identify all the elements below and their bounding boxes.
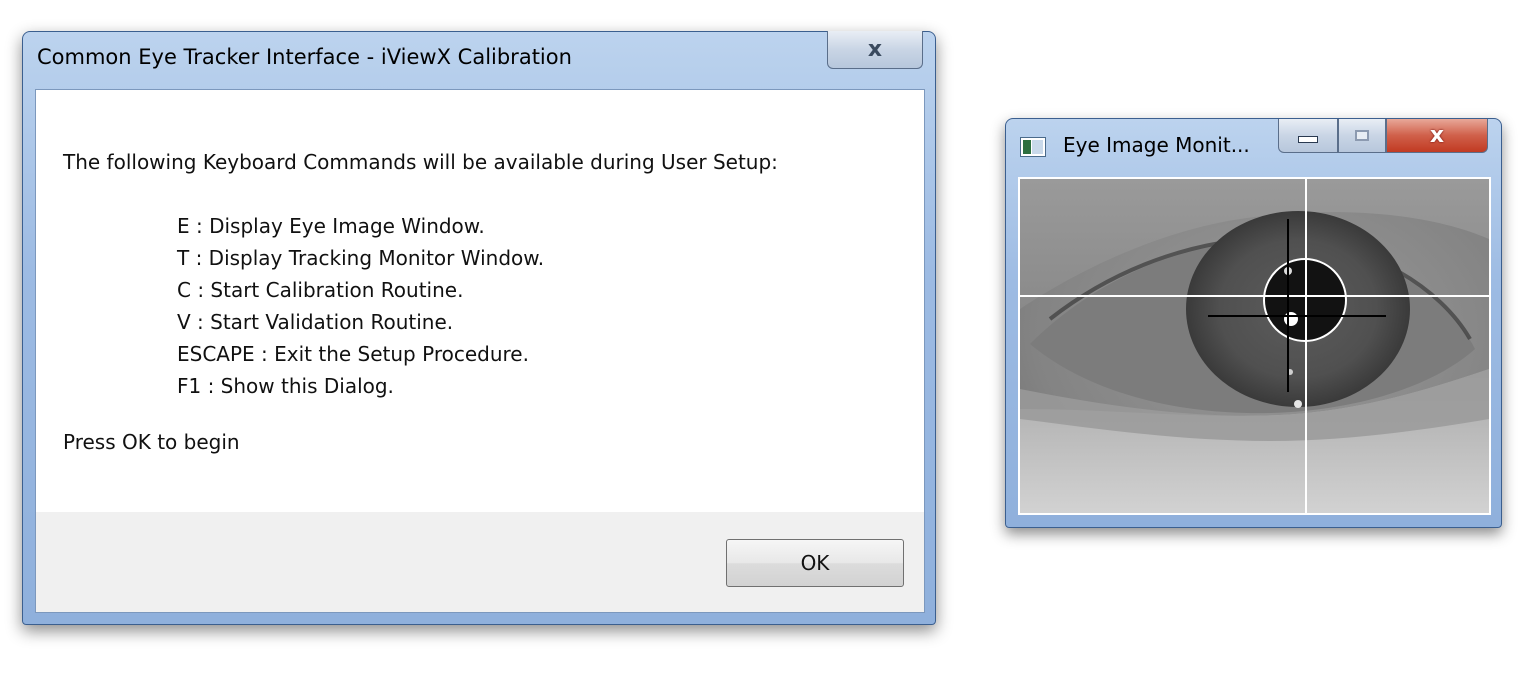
eye-image-monitor-window: Eye Image Monit... x [1005,118,1502,528]
eye-image [1020,179,1489,513]
dialog-button-bar: OK [36,512,924,612]
close-icon: x [867,36,883,62]
dialog-message-area: The following Keyboard Commands will be … [36,90,924,514]
dialog-client-area: The following Keyboard Commands will be … [35,89,925,613]
minimize-icon [1298,136,1318,143]
dialog-close-button[interactable]: x [827,31,923,69]
maximize-button[interactable] [1338,119,1386,153]
minimize-button[interactable] [1278,119,1338,153]
command-item: C : Start Calibration Routine. [177,278,464,302]
dialog-title: Common Eye Tracker Interface - iViewX Ca… [37,45,572,69]
keyboard-commands-list: E : Display Eye Image Window. T : Displa… [177,210,544,402]
command-item: T : Display Tracking Monitor Window. [177,246,545,270]
window-app-icon[interactable] [1020,137,1046,157]
monitor-close-button[interactable]: x [1386,119,1488,153]
command-item: ESCAPE : Exit the Setup Procedure. [177,342,529,366]
command-item: F1 : Show this Dialog. [177,374,394,398]
command-item: E : Display Eye Image Window. [177,214,485,238]
command-item: V : Start Validation Routine. [177,310,454,334]
ok-button[interactable]: OK [726,539,904,587]
monitor-title: Eye Image Monit... [1063,133,1250,157]
maximize-icon [1355,130,1369,141]
close-icon: x [1429,122,1445,148]
corneal-reflection [1284,312,1298,326]
dialog-titlebar[interactable]: Common Eye Tracker Interface - iViewX Ca… [23,32,935,88]
intro-text: The following Keyboard Commands will be … [63,150,778,174]
prompt-text: Press OK to begin [63,430,240,454]
eye-image-view [1018,177,1491,515]
calibration-dialog: Common Eye Tracker Interface - iViewX Ca… [22,31,936,625]
